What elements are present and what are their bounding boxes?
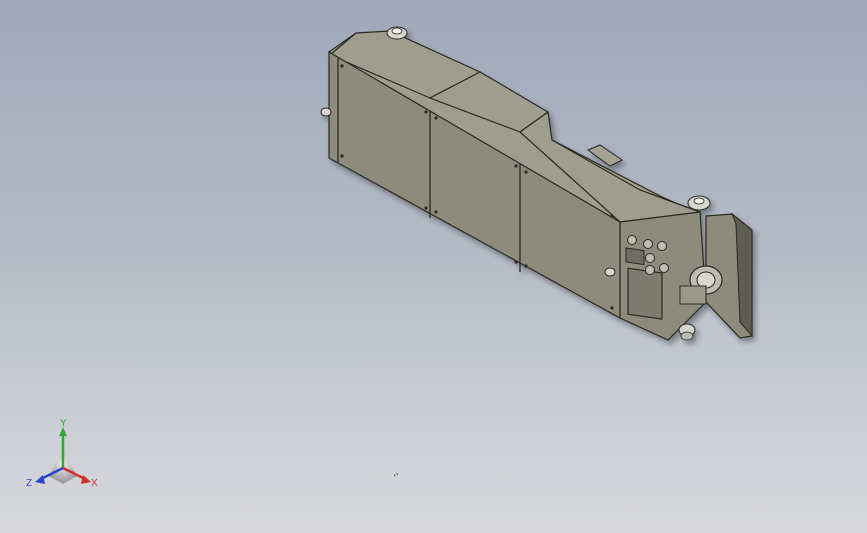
panel-screw	[610, 306, 614, 310]
triad-z-label: Z	[26, 478, 32, 489]
panel-screw	[424, 110, 428, 114]
control-knob[interactable]	[659, 263, 669, 273]
bottom-nozzle	[678, 323, 696, 341]
panel-screw	[524, 264, 528, 268]
panel-screw	[524, 170, 528, 174]
panel-screw	[610, 214, 614, 218]
cad-graphics-viewport[interactable]: ,, Y X Z	[0, 0, 867, 533]
triad-x-label: X	[91, 478, 98, 489]
panel-screw	[514, 164, 518, 168]
svg-text:,,: ,,	[390, 467, 399, 478]
top-handwheel-right	[687, 195, 711, 211]
side-bolt-left	[320, 107, 332, 117]
control-small-display	[625, 247, 645, 266]
panel-screw	[434, 116, 438, 120]
sketch-point-mark: ,,	[390, 467, 399, 478]
machine-assembly[interactable]	[320, 26, 753, 341]
triad-y-label: Y	[60, 418, 67, 429]
triad-z-arrow	[35, 475, 45, 484]
control-knob[interactable]	[645, 265, 655, 275]
control-knob[interactable]	[627, 235, 637, 245]
control-knob[interactable]	[645, 253, 655, 263]
top-handwheel-left	[386, 26, 408, 40]
triad-x-arrow	[81, 475, 91, 484]
control-knob[interactable]	[657, 241, 667, 251]
cad-model-view[interactable]: ,, Y X Z	[0, 0, 867, 533]
panel-screw	[514, 260, 518, 264]
reference-triad[interactable]: Y X Z	[26, 418, 98, 489]
control-knob[interactable]	[643, 239, 653, 249]
panel-screw	[434, 210, 438, 214]
panel-screw	[340, 64, 344, 68]
panel-screw	[340, 154, 344, 158]
control-screen	[627, 267, 663, 320]
side-bolt-front	[604, 267, 616, 277]
panel-screw	[424, 206, 428, 210]
